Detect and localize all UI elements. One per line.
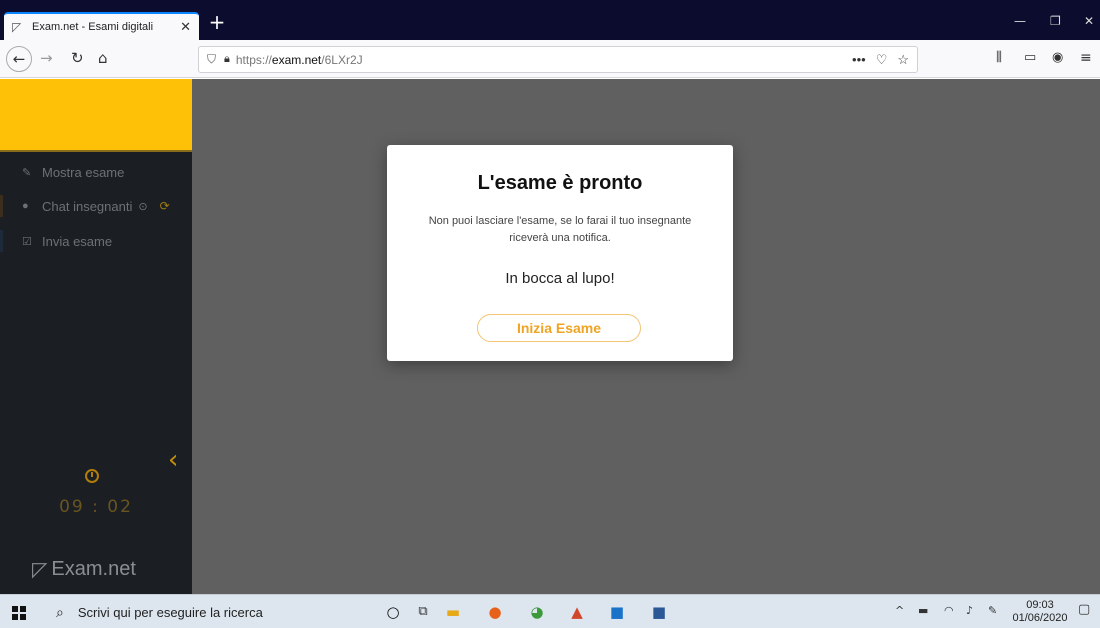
cortana-icon[interactable]: ○ — [384, 603, 402, 621]
matlab-icon[interactable]: ▲ — [568, 603, 586, 621]
firefox-icon[interactable]: ● — [486, 603, 504, 621]
file-explorer-icon[interactable]: ▬ — [444, 603, 462, 621]
page-overlay: ✎ Mostra esame ● Chat insegnanti ⊙ ⟳ ☑ I… — [0, 79, 1100, 594]
search-placeholder: Scrivi qui per eseguire la ricerca — [77, 604, 263, 620]
restore-icon[interactable]: ❐ — [1050, 14, 1061, 28]
browser-navbar: ← → ↻ ⌂ ⛉ 🔒︎ https://exam.net/6LXr2J •••… — [0, 40, 1100, 78]
edit-icon: ✎ — [22, 166, 32, 179]
forward-arrow-icon[interactable]: → — [40, 49, 53, 67]
exam-net-favicon-icon: ◸ — [12, 20, 22, 34]
start-exam-button[interactable]: Inizia Esame — [477, 314, 641, 342]
volume-icon[interactable]: ♪ — [966, 604, 973, 617]
taskbar-clock[interactable]: 09:03 01/06/2020 — [1010, 599, 1070, 625]
pocket-icon[interactable]: ♡ — [876, 52, 888, 68]
back-arrow-icon[interactable]: ← — [6, 46, 32, 72]
pen-icon[interactable]: ✎ — [988, 604, 997, 617]
good-luck-text: In bocca al lupo! — [505, 270, 615, 287]
exam-ready-dialog: L'esame è pronto Non puoi lasciare l'esa… — [387, 145, 733, 361]
sidebar-header-block — [0, 79, 192, 152]
close-window-icon[interactable]: ✕ — [1084, 14, 1094, 28]
exam-timer: 09 : 02 — [59, 497, 133, 517]
minimize-icon[interactable]: — — [1014, 14, 1026, 28]
new-tab-button[interactable]: + — [206, 12, 228, 34]
chat-icon: ● — [22, 200, 29, 212]
windows-start-icon[interactable] — [12, 606, 26, 620]
home-icon[interactable]: ⌂ — [98, 49, 108, 67]
active-indicator — [0, 230, 3, 252]
status-circle-icon: ⊙ — [138, 200, 148, 213]
menu-hamburger-icon[interactable]: ≡ — [1080, 49, 1092, 67]
lock-icon[interactable]: 🔒︎ — [224, 53, 230, 66]
sidebar-item-teacher-chat[interactable]: ● Chat insegnanti ⊙ ⟳ — [0, 191, 192, 221]
wifi-icon[interactable]: ◠ — [944, 604, 954, 617]
task-view-icon[interactable]: ⧉ — [414, 603, 432, 621]
taskbar-search[interactable]: ⌕ Scrivi qui per eseguire la ricerca — [48, 598, 348, 626]
sidebar-item-label: Invia esame — [42, 233, 113, 249]
chrome-icon[interactable]: ◕ — [528, 603, 546, 621]
page-actions-icon[interactable]: ••• — [852, 52, 866, 67]
checkbox-icon: ☑ — [22, 235, 32, 248]
word-icon[interactable]: ■ — [650, 603, 668, 621]
account-icon[interactable]: ◉ — [1052, 49, 1063, 67]
battery-icon[interactable]: ▬ — [918, 604, 928, 617]
close-tab-icon[interactable]: ✕ — [180, 19, 191, 35]
exam-sidebar: ✎ Mostra esame ● Chat insegnanti ⊙ ⟳ ☑ I… — [0, 79, 192, 594]
sidebar-toggle-icon[interactable]: ▭ — [1024, 49, 1036, 67]
clock-time: 09:03 — [1026, 599, 1054, 611]
bookmark-star-icon[interactable]: ☆ — [897, 52, 909, 68]
browser-titlebar: ◸ Exam.net - Esami digitali ✕ + — ❐ ✕ — [0, 0, 1100, 40]
notifications-icon[interactable]: ▢ — [1078, 602, 1090, 617]
reload-icon[interactable]: ↻ — [71, 49, 84, 67]
tray-chevron-icon[interactable]: ^ — [895, 604, 904, 617]
exam-net-flag-icon: ◸ — [32, 559, 48, 581]
sidebar-item-submit-exam[interactable]: ☑ Invia esame — [0, 226, 192, 256]
sidebar-item-label: Chat insegnanti — [42, 198, 133, 214]
url-text[interactable]: https://exam.net/6LXr2J — [236, 53, 842, 67]
outlook-icon[interactable]: ■ — [608, 603, 626, 621]
browser-tab[interactable]: ◸ Exam.net - Esami digitali ✕ — [4, 12, 199, 40]
dialog-message: Non puoi lasciare l'esame, se lo farai i… — [428, 215, 692, 244]
exam-net-logo: ◸ Exam.net — [32, 557, 136, 582]
dialog-title: L'esame è pronto — [477, 172, 643, 194]
tab-title: Exam.net - Esami digitali — [32, 21, 154, 33]
sidebar-item-label: Mostra esame — [42, 164, 125, 180]
active-indicator — [0, 195, 3, 217]
url-bar[interactable]: ⛉ 🔒︎ https://exam.net/6LXr2J ••• ♡ ☆ — [198, 46, 918, 73]
search-icon: ⌕ — [56, 603, 64, 620]
tracking-shield-icon[interactable]: ⛉ — [207, 52, 216, 67]
clock-date: 01/06/2020 — [1012, 612, 1068, 624]
timer-clock-icon — [85, 469, 99, 483]
collapse-chevron-icon[interactable]: ‹ — [168, 445, 178, 475]
brand-name: Exam.net — [51, 558, 136, 580]
library-icon[interactable]: ⫼ — [996, 49, 1002, 67]
refresh-icon[interactable]: ⟳ — [160, 199, 170, 213]
windows-taskbar: ⌕ Scrivi qui per eseguire la ricerca ○ ⧉… — [0, 594, 1100, 628]
sidebar-item-show-exam[interactable]: ✎ Mostra esame — [0, 157, 192, 187]
